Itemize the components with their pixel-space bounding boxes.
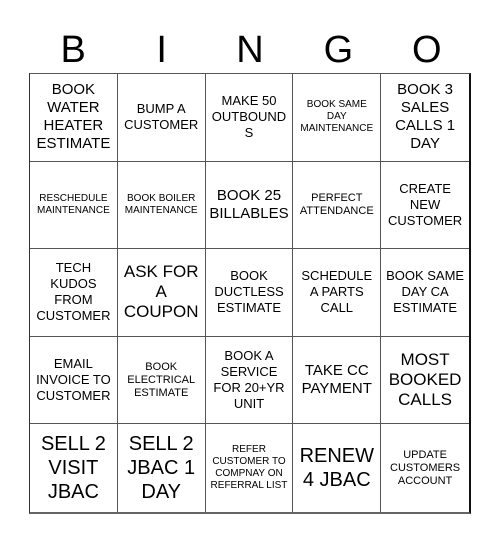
bingo-cell-b-1[interactable]: BOOK WATER HEATER ESTIMATE xyxy=(30,74,118,162)
bingo-cell-b-5[interactable]: SELL 2 VISIT JBAC xyxy=(30,424,118,512)
bingo-board: BOOK WATER HEATER ESTIMATE BUMP A CUSTOME… xyxy=(29,73,471,514)
bingo-cell-text: BOOK ELECTRICAL ESTIMATE xyxy=(127,360,196,399)
bingo-cell-g-4[interactable]: TAKE CC PAYMENT xyxy=(293,336,382,425)
bingo-cell-o-2[interactable]: CREATE NEW CUSTOMER xyxy=(381,162,469,250)
bingo-cell-text: MOST BOOKED CALLS xyxy=(388,350,462,410)
bingo-cell-text: SCHEDULE A PARTS CALL xyxy=(301,268,373,316)
bingo-cell-g-5[interactable]: RENEW 4 JBAC xyxy=(293,424,382,512)
bingo-cell-b-4[interactable]: EMAIL INVOICE TO CUSTOMER xyxy=(30,336,118,425)
bingo-cell-g-3[interactable]: SCHEDULE A PARTS CALL xyxy=(293,249,382,337)
bingo-cell-text: TECH KUDOS FROM CUSTOMER xyxy=(36,260,111,324)
bingo-cell-text: SELL 2 VISIT JBAC xyxy=(40,433,106,504)
bingo-cell-n-5[interactable]: REFER CUSTOMER TO COMPNAY ON REFERRAL LI… xyxy=(206,424,294,512)
bingo-cell-text: SELL 2 JBAC 1 DAY xyxy=(127,433,196,504)
bingo-cell-text: UPDATE CUSTOMERS ACCOUNT xyxy=(390,448,461,487)
bingo-cell-text: BOOK BOILER MAINTENANCE xyxy=(124,192,198,216)
bingo-cell-n-4[interactable]: BOOK A SERVICE FOR 20+YR UNIT xyxy=(205,336,294,425)
bingo-cell-text: BUMP A CUSTOMER xyxy=(124,101,199,133)
bingo-cell-text: BOOK SAME DAY MAINTENANCE xyxy=(300,99,374,135)
bingo-cell-text: REFER CUSTOMER TO COMPNAY ON REFERRAL LI… xyxy=(210,444,288,492)
bingo-cell-text: BOOK SAME DAY CA ESTIMATE xyxy=(386,268,465,316)
header-letter-g: G xyxy=(323,29,354,71)
bingo-cell-text: BOOK WATER HEATER ESTIMATE xyxy=(36,81,111,153)
bingo-cell-text: PERFECT ATTENDANCE xyxy=(299,191,374,217)
bingo-cell-o-4[interactable]: MOST BOOKED CALLS xyxy=(381,337,469,425)
bingo-cell-i-3[interactable]: ASK FOR A COUPON xyxy=(117,249,206,337)
bingo-cell-text: EMAIL INVOICE TO CUSTOMER xyxy=(36,356,111,404)
bingo-cell-text: RENEW 4 JBAC xyxy=(299,445,375,492)
bingo-cell-text: ASK FOR A COUPON xyxy=(123,262,199,322)
bingo-cell-text: BOOK DUCTLESS ESTIMATE xyxy=(214,268,284,316)
bingo-cell-text: TAKE CC PAYMENT xyxy=(301,362,372,398)
bingo-header: B I N G O xyxy=(29,28,471,73)
bingo-cell-n-3[interactable]: BOOK DUCTLESS ESTIMATE xyxy=(205,249,294,337)
bingo-cell-o-3[interactable]: BOOK SAME DAY CA ESTIMATE xyxy=(381,249,469,337)
bingo-cell-text: MAKE 50 OUTBOUNDS xyxy=(211,93,287,141)
bingo-cell-b-3[interactable]: TECH KUDOS FROM CUSTOMER xyxy=(30,249,118,337)
bingo-cell-g-1[interactable]: BOOK SAME DAY MAINTENANCE xyxy=(293,74,382,162)
bingo-cell-n-1[interactable]: MAKE 50 OUTBOUNDS xyxy=(205,74,294,162)
bingo-cell-text: CREATE NEW CUSTOMER xyxy=(388,180,463,228)
bingo-cell-n-2[interactable]: BOOK 25 BILLABLES xyxy=(205,161,294,250)
bingo-cell-g-2[interactable]: PERFECT ATTENDANCE xyxy=(293,161,382,250)
header-letter-o: O xyxy=(412,29,442,71)
bingo-cell-i-5[interactable]: SELL 2 JBAC 1 DAY xyxy=(118,424,206,512)
bingo-cell-text: RESCHEDULE MAINTENANCE xyxy=(37,192,110,216)
bingo-cell-o-1[interactable]: BOOK 3 SALES CALLS 1 DAY xyxy=(381,74,469,162)
header-letter-n: N xyxy=(236,29,264,71)
bingo-cell-text: BOOK A SERVICE FOR 20+YR UNIT xyxy=(213,348,285,412)
bingo-cell-b-2[interactable]: RESCHEDULE MAINTENANCE xyxy=(30,161,118,250)
header-letter-b: B xyxy=(60,29,86,71)
bingo-cell-i-1[interactable]: BUMP A CUSTOMER xyxy=(117,74,206,162)
bingo-cell-text: BOOK 3 SALES CALLS 1 DAY xyxy=(395,81,456,153)
bingo-cell-i-4[interactable]: BOOK ELECTRICAL ESTIMATE xyxy=(117,336,206,425)
bingo-cell-text: BOOK 25 BILLABLES xyxy=(209,186,289,222)
bingo-cell-i-2[interactable]: BOOK BOILER MAINTENANCE xyxy=(117,161,206,250)
header-letter-i: I xyxy=(156,29,167,71)
bingo-cell-o-5[interactable]: UPDATE CUSTOMERS ACCOUNT xyxy=(381,424,469,512)
